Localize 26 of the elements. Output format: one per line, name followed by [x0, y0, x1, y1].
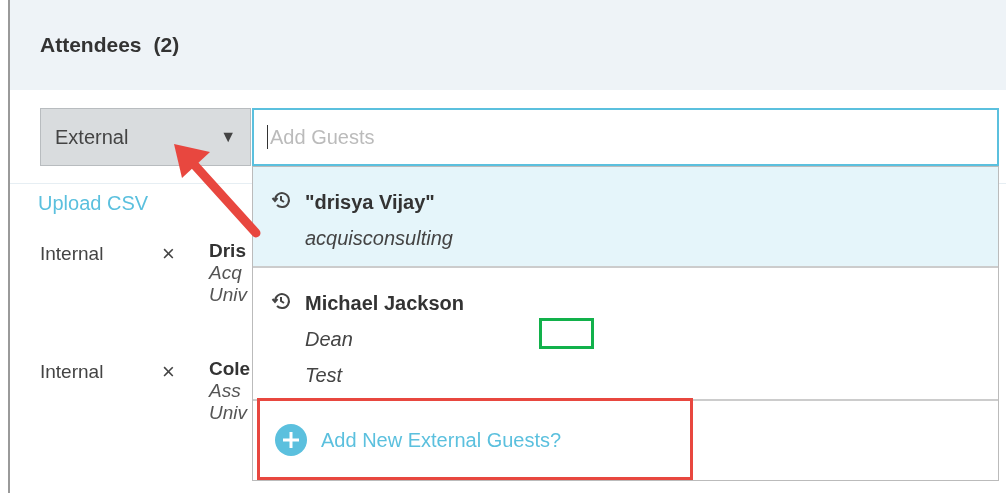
remove-button[interactable]: ×	[162, 358, 209, 386]
attendee-type: Internal	[40, 360, 105, 384]
attendee-detail: Univ	[209, 284, 247, 306]
type-select[interactable]: External ▼	[40, 108, 251, 166]
suggestion-item[interactable]: "drisya Vijay" acquisconsulting	[253, 167, 998, 268]
panel-title: Attendees	[40, 32, 142, 59]
attendee-type: Internal	[40, 242, 105, 266]
history-icon	[271, 291, 291, 311]
text-cursor	[267, 125, 268, 149]
guest-search-field[interactable]: Add Guests	[252, 108, 999, 166]
attendee-detail: Acq	[209, 262, 243, 284]
remove-button[interactable]: ×	[162, 240, 209, 268]
guest-detail: acquisconsulting	[305, 226, 453, 251]
attendee-name: Cole	[209, 358, 251, 380]
history-icon	[271, 190, 291, 210]
guest-detail: Test	[305, 363, 344, 388]
plus-icon	[275, 424, 307, 456]
attendee-name: Dris	[209, 240, 247, 262]
attendee-detail: Ass	[209, 380, 242, 402]
guest-name: "drisya Vijay"	[305, 190, 436, 215]
caret-icon: ▼	[220, 125, 236, 149]
guest-detail: Dean	[305, 327, 354, 352]
attendee-detail: Univ	[209, 402, 249, 424]
attendee-count: (2)	[153, 32, 180, 59]
annotation-box	[539, 318, 594, 349]
guest-name: Michael Jackson	[305, 291, 464, 316]
